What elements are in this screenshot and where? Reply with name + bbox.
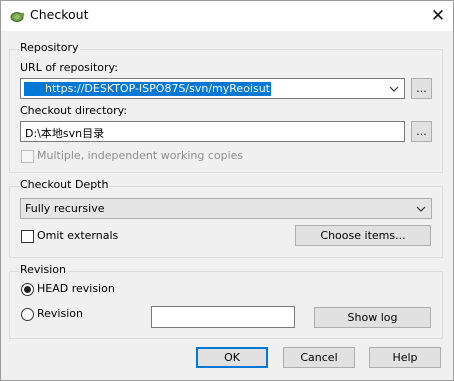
close-icon: ✕	[430, 6, 446, 26]
omit-externals-label: Omit externals	[37, 229, 119, 242]
head-revision-radio[interactable]	[21, 283, 34, 296]
browse-dir-button[interactable]: ...	[411, 121, 432, 142]
omit-externals-checkbox[interactable]	[21, 230, 34, 243]
browse-url-button[interactable]: ...	[411, 78, 432, 99]
repository-group-label: Repository	[19, 41, 80, 54]
choose-items-button[interactable]: Choose items...	[295, 225, 431, 246]
url-value: https://DESKTOP-ISPO87S/svn/myReoisutiri…	[45, 82, 297, 95]
url-label: URL of repository:	[20, 61, 118, 74]
checkout-depth-group	[9, 186, 443, 258]
url-combobox[interactable]: https://DESKTOP-ISPO87S/svn/myReoisutiri…	[20, 78, 405, 99]
revision-group-label: Revision	[19, 263, 67, 276]
depth-selected-value: Fully recursive	[25, 202, 105, 215]
show-log-button[interactable]: Show log	[314, 307, 431, 328]
chevron-down-icon	[414, 202, 428, 216]
close-button[interactable]: ✕	[424, 2, 452, 30]
revision-radio[interactable]	[21, 308, 34, 321]
multiple-copies-checkbox[interactable]	[21, 150, 34, 163]
checkout-dir-label: Checkout directory:	[20, 104, 128, 117]
revision-label: Revision	[37, 307, 83, 320]
multiple-copies-label: Multiple, independent working copies	[37, 149, 244, 162]
help-button[interactable]: Help	[369, 347, 441, 368]
ok-button[interactable]: OK	[196, 347, 268, 368]
tortoisesvn-icon	[9, 8, 25, 24]
radio-selected-dot	[24, 286, 31, 293]
window-title: Checkout	[30, 7, 89, 22]
checkout-dir-input[interactable]: D:\本地svn目录	[20, 121, 405, 142]
chevron-down-icon[interactable]	[387, 82, 401, 96]
head-revision-label: HEAD revision	[37, 282, 115, 295]
cancel-button[interactable]: Cancel	[283, 347, 355, 368]
depth-select[interactable]: Fully recursive	[20, 198, 432, 219]
revision-number-input[interactable]	[151, 306, 295, 328]
checkout-depth-group-label: Checkout Depth	[19, 178, 110, 191]
